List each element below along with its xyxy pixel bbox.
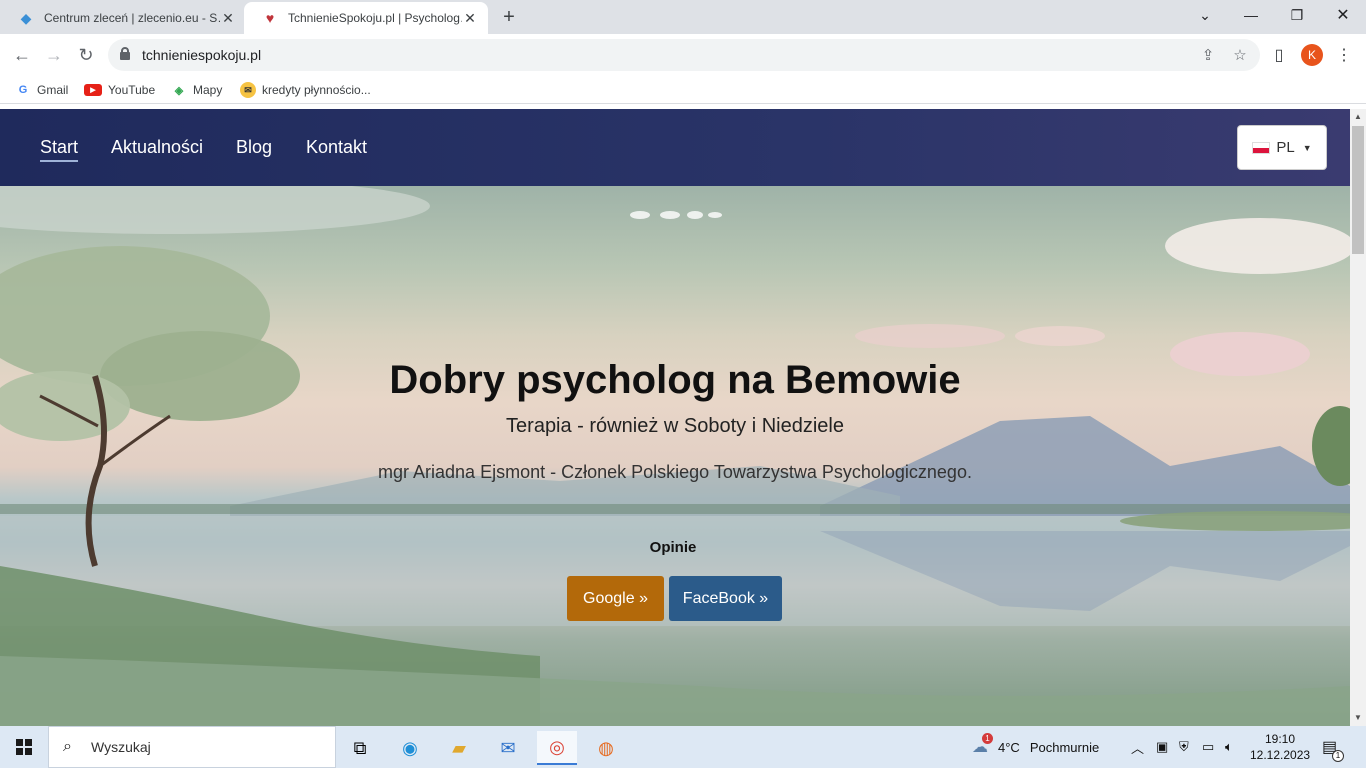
- tab-title: Centrum zleceń | zlecenio.eu - S…: [44, 11, 220, 25]
- task-view-icon[interactable]: ⧉: [340, 731, 380, 765]
- cloud-icon: ☁ 1: [972, 733, 993, 757]
- weather-badge: 1: [982, 733, 993, 744]
- taskbar-search[interactable]: ⌕ Wyszukaj: [48, 726, 336, 768]
- bookmarks-bar: G Gmail ▶ YouTube ◈ Mapy ✉ kredyty płynn…: [0, 76, 1366, 104]
- battery-icon[interactable]: ▭: [1202, 726, 1214, 768]
- tab-search-chevron-icon[interactable]: ⌄: [1182, 0, 1228, 30]
- google-icon: G: [18, 84, 28, 96]
- page-scrollbar[interactable]: ▲ ▼: [1350, 109, 1366, 726]
- web-page: Start Aktualności Blog Kontakt PL ▼ Dobr…: [0, 109, 1350, 726]
- bookmark-star-icon[interactable]: ☆: [1230, 45, 1250, 65]
- reload-button[interactable]: ↻: [74, 43, 98, 67]
- language-code: PL: [1276, 139, 1295, 156]
- new-tab-button[interactable]: +: [498, 6, 520, 28]
- landscape-background-image: [0, 186, 1350, 726]
- tab-tchnieniespokoju[interactable]: ♥ TchnienieSpokoju.pl | Psycholog… ✕: [244, 2, 488, 34]
- hero-subtitle: Terapia - również w Soboty i Niedziele: [506, 415, 844, 437]
- nav-aktualnosci[interactable]: Aktualności: [111, 137, 203, 158]
- clock-date: 12.12.2023: [1250, 748, 1311, 762]
- weather-temp: 4°C: [998, 739, 1020, 755]
- windows-taskbar: ⌕ Wyszukaj ⧉ ◉ ▰ ✉ ◎ ◍ ☁ 1 4°C Pochmurnie…: [0, 726, 1366, 768]
- lock-icon[interactable]: [120, 47, 130, 60]
- url-text[interactable]: tchnieniespokoju.pl: [142, 47, 261, 63]
- notifications-icon[interactable]: ▤ 1: [1322, 726, 1344, 768]
- close-tab-icon[interactable]: ✕: [220, 10, 236, 26]
- back-button[interactable]: ←: [10, 43, 34, 67]
- side-panel-icon[interactable]: ▯: [1268, 44, 1290, 66]
- google-reviews-button[interactable]: Google »: [567, 576, 664, 621]
- bookmark-label: Mapy: [193, 83, 223, 97]
- edge-icon[interactable]: ◉: [390, 731, 430, 765]
- meet-now-icon[interactable]: ▣: [1156, 726, 1168, 768]
- hero-title: Dobry psycholog na Bemowie: [389, 358, 961, 402]
- scroll-up-arrow-icon[interactable]: ▲: [1353, 112, 1363, 122]
- firefox-icon[interactable]: ◍: [586, 731, 626, 765]
- menu-kebab-icon[interactable]: ⋮: [1333, 44, 1355, 66]
- notifications-count: 1: [1332, 750, 1344, 762]
- search-icon: ⌕: [63, 738, 72, 755]
- scroll-down-arrow-icon[interactable]: ▼: [1353, 713, 1363, 723]
- youtube-icon: ▶: [84, 84, 102, 96]
- clock-time: 19:10: [1264, 732, 1296, 746]
- mail-icon: ✉: [240, 82, 256, 98]
- bookmark-gmail[interactable]: G Gmail: [15, 81, 69, 99]
- heart-icon: ♥: [265, 10, 275, 26]
- gem-icon: ◆: [20, 9, 32, 26]
- facebook-reviews-button[interactable]: FaceBook »: [669, 576, 782, 621]
- reviews-label: Opinie: [649, 539, 697, 556]
- profile-avatar[interactable]: K: [1301, 44, 1323, 66]
- language-dropdown[interactable]: PL ▼: [1237, 125, 1327, 170]
- caret-down-icon: ▼: [1302, 142, 1312, 153]
- browser-tab-bar: ◆ Centrum zleceń | zlecenio.eu - S… ✕ ♥ …: [0, 0, 1366, 34]
- bookmark-kredyty[interactable]: ✉ kredyty płynnościo...: [240, 81, 371, 99]
- site-navbar: Start Aktualności Blog Kontakt PL ▼: [0, 109, 1350, 186]
- hero-section: Dobry psycholog na Bemowie Terapia - rów…: [0, 186, 1350, 726]
- bookmark-label: YouTube: [108, 83, 156, 97]
- system-clock[interactable]: 19:10 12.12.2023: [1250, 731, 1310, 763]
- maps-icon: ◈: [174, 84, 184, 97]
- bookmark-label: Gmail: [37, 83, 69, 97]
- file-explorer-icon[interactable]: ▰: [439, 731, 479, 765]
- chrome-icon[interactable]: ◎: [537, 731, 577, 765]
- scrollbar-thumb[interactable]: [1352, 126, 1364, 254]
- show-hidden-icons-chevron[interactable]: ︿: [1131, 726, 1144, 768]
- tab-title: TchnienieSpokoju.pl | Psycholog…: [288, 11, 462, 25]
- browser-toolbar: ← → ↻ tchnieniespokoju.pl ⇪ ☆ ▯ K ⋮: [0, 34, 1366, 76]
- address-bar[interactable]: tchnieniespokoju.pl ⇪ ☆: [108, 39, 1260, 71]
- close-tab-icon[interactable]: ✕: [462, 10, 478, 26]
- search-placeholder: Wyszukaj: [91, 739, 151, 755]
- bookmark-label: kredyty płynnościo...: [262, 83, 371, 97]
- weather-widget[interactable]: ☁ 1 4°C Pochmurnie: [972, 726, 1099, 768]
- minimize-button[interactable]: —: [1228, 0, 1274, 30]
- weather-condition: Pochmurnie: [1029, 739, 1100, 755]
- mail-app-icon[interactable]: ✉: [488, 731, 528, 765]
- windows-logo-icon: [16, 739, 32, 755]
- bookmark-mapy[interactable]: ◈ Mapy: [171, 81, 223, 99]
- nav-kontakt[interactable]: Kontakt: [306, 137, 367, 158]
- nav-blog[interactable]: Blog: [236, 137, 272, 158]
- volume-icon[interactable]: 🔈︎: [1225, 726, 1233, 768]
- restore-button[interactable]: ❐: [1274, 0, 1320, 30]
- poland-flag-icon: [1252, 141, 1271, 154]
- security-shield-icon[interactable]: ⛨: [1179, 726, 1189, 768]
- hero-author: mgr Ariadna Ejsmont - Członek Polskiego …: [378, 462, 972, 482]
- nav-start[interactable]: Start: [40, 137, 79, 162]
- bookmark-youtube[interactable]: ▶ YouTube: [84, 81, 155, 99]
- tab-zlecenio[interactable]: ◆ Centrum zleceń | zlecenio.eu - S… ✕: [0, 2, 246, 34]
- start-button[interactable]: [0, 726, 48, 768]
- close-window-button[interactable]: ✕: [1320, 0, 1366, 30]
- forward-button[interactable]: →: [42, 43, 66, 67]
- share-icon[interactable]: ⇪: [1198, 45, 1218, 65]
